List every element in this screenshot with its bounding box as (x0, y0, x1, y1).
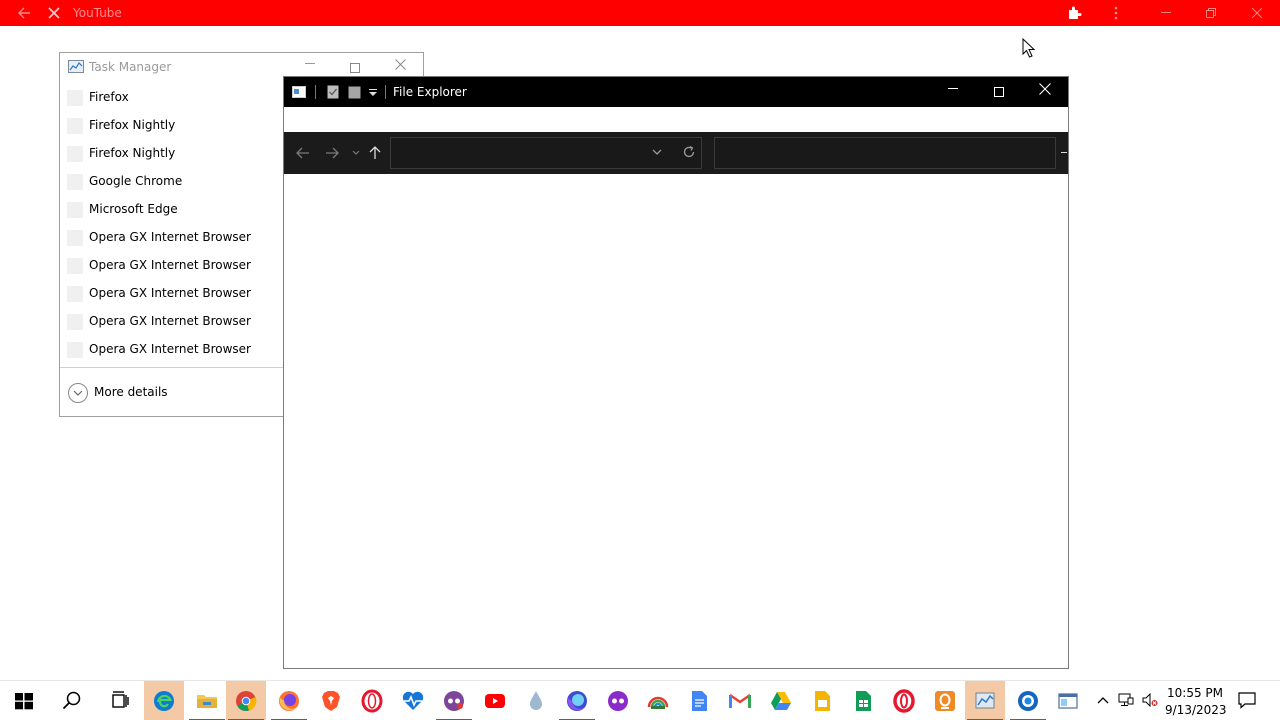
tor-icon[interactable] (434, 681, 474, 720)
back-arrow-icon[interactable] (14, 0, 34, 26)
youtube-title-bar: YouTube (0, 0, 1280, 26)
app-name: Opera GX Internet Browser (89, 342, 251, 356)
mouse-cursor-icon (1022, 38, 1036, 58)
app-name: Opera GX Internet Browser (89, 286, 251, 300)
restore-button[interactable] (1201, 0, 1221, 26)
address-bar[interactable] (390, 137, 702, 169)
google-docs-icon[interactable] (679, 681, 719, 720)
refresh-icon[interactable] (682, 145, 698, 161)
close-button[interactable] (1247, 0, 1267, 26)
notification-center-icon[interactable] (1237, 690, 1257, 710)
opera-icon[interactable] (884, 681, 924, 720)
minimize-button[interactable] (300, 58, 320, 78)
properties-icon[interactable] (292, 85, 306, 99)
app-icon (67, 118, 83, 134)
mask-icon[interactable] (598, 681, 638, 720)
search-input[interactable] (714, 137, 1056, 169)
firefox-icon[interactable] (269, 681, 309, 720)
maximize-button[interactable] (345, 58, 365, 78)
health-monitor-icon[interactable] (393, 681, 433, 720)
new-folder-icon[interactable] (348, 85, 361, 99)
app-name: Opera GX Internet Browser (89, 258, 251, 272)
edge-icon[interactable] (144, 681, 184, 720)
minimize-button[interactable] (942, 82, 964, 102)
task-manager-icon (68, 60, 84, 73)
search-icon[interactable] (52, 681, 92, 720)
system-clock[interactable]: 10:55 PM 9/13/2023 (1165, 685, 1227, 719)
app-icon (67, 314, 83, 330)
network-icon[interactable] (1117, 691, 1135, 709)
puzzle-extension-icon[interactable] (1064, 0, 1086, 26)
separator (385, 85, 386, 99)
opera-icon[interactable] (352, 681, 392, 720)
task-manager-icon[interactable] (965, 681, 1005, 720)
shield-app-icon[interactable] (1008, 681, 1048, 720)
clock-time: 10:55 PM (1167, 686, 1223, 700)
youtube-icon[interactable] (475, 681, 515, 720)
volume-muted-icon[interactable] (1141, 691, 1159, 709)
app-icon (67, 90, 83, 106)
google-drive-icon[interactable] (761, 681, 801, 720)
window-title: File Explorer (393, 85, 467, 99)
app-icon (67, 258, 83, 274)
minimize-button[interactable] (1156, 0, 1176, 26)
recent-locations-chevron-icon[interactable] (347, 144, 365, 162)
app-name: Microsoft Edge (89, 202, 178, 216)
app-name: Google Chrome (89, 174, 183, 188)
windows-start-icon[interactable] (4, 681, 44, 720)
app-name: Opera GX Internet Browser (89, 230, 251, 244)
customize-dropdown-icon[interactable] (368, 85, 378, 99)
opera-gx-hub-icon[interactable] (925, 681, 965, 720)
back-arrow-icon[interactable] (294, 144, 312, 162)
water-drop-icon[interactable] (516, 681, 556, 720)
app-name: Opera GX Internet Browser (89, 314, 251, 328)
app-name: Firefox Nightly (89, 118, 176, 132)
task-view-icon[interactable] (100, 681, 140, 720)
google-sheets-icon[interactable] (843, 681, 883, 720)
taskbar: 10:55 PM 9/13/2023 (0, 680, 1280, 720)
divider (1061, 152, 1067, 153)
gmail-icon[interactable] (720, 681, 760, 720)
firefox-nightly-icon[interactable] (557, 681, 597, 720)
clock-date: 9/13/2023 (1165, 703, 1227, 717)
close-icon[interactable] (44, 0, 64, 26)
brave-icon[interactable] (311, 681, 351, 720)
ribbon (284, 107, 1068, 132)
chevron-down-icon[interactable] (651, 146, 665, 160)
forward-arrow-icon[interactable] (323, 144, 341, 162)
chrome-icon[interactable] (226, 681, 266, 720)
close-button[interactable] (390, 56, 410, 76)
app-icon (67, 342, 83, 358)
maximize-button[interactable] (988, 82, 1010, 102)
app-icon (67, 286, 83, 302)
app-name: Firefox Nightly (89, 146, 176, 160)
more-details-label: More details (94, 385, 168, 399)
up-arrow-icon[interactable] (366, 144, 384, 162)
file-explorer-title-bar[interactable]: File Explorer (284, 77, 1068, 107)
app-icon (67, 146, 83, 162)
navigation-bar (284, 132, 1068, 174)
app-icon (67, 230, 83, 246)
google-slides-icon[interactable] (802, 681, 842, 720)
kebab-menu-icon[interactable] (1106, 0, 1126, 26)
task-manager-title: Task Manager (89, 60, 172, 74)
app-icon (67, 202, 83, 218)
window-title: YouTube (73, 6, 122, 20)
chevron-down-icon (68, 383, 88, 403)
file-explorer-window: File Explorer (283, 76, 1069, 669)
checkmark-document-icon[interactable] (327, 85, 339, 99)
show-hidden-icons-chevron-icon[interactable] (1094, 691, 1112, 709)
app-name: Firefox (89, 90, 129, 104)
rainbow-app-icon[interactable] (638, 681, 678, 720)
file-explorer-icon[interactable] (187, 681, 227, 720)
window-app-icon[interactable] (1048, 681, 1088, 720)
separator (315, 85, 316, 99)
app-icon (67, 174, 83, 190)
file-list-area[interactable] (284, 174, 1068, 668)
close-button[interactable] (1034, 80, 1056, 102)
